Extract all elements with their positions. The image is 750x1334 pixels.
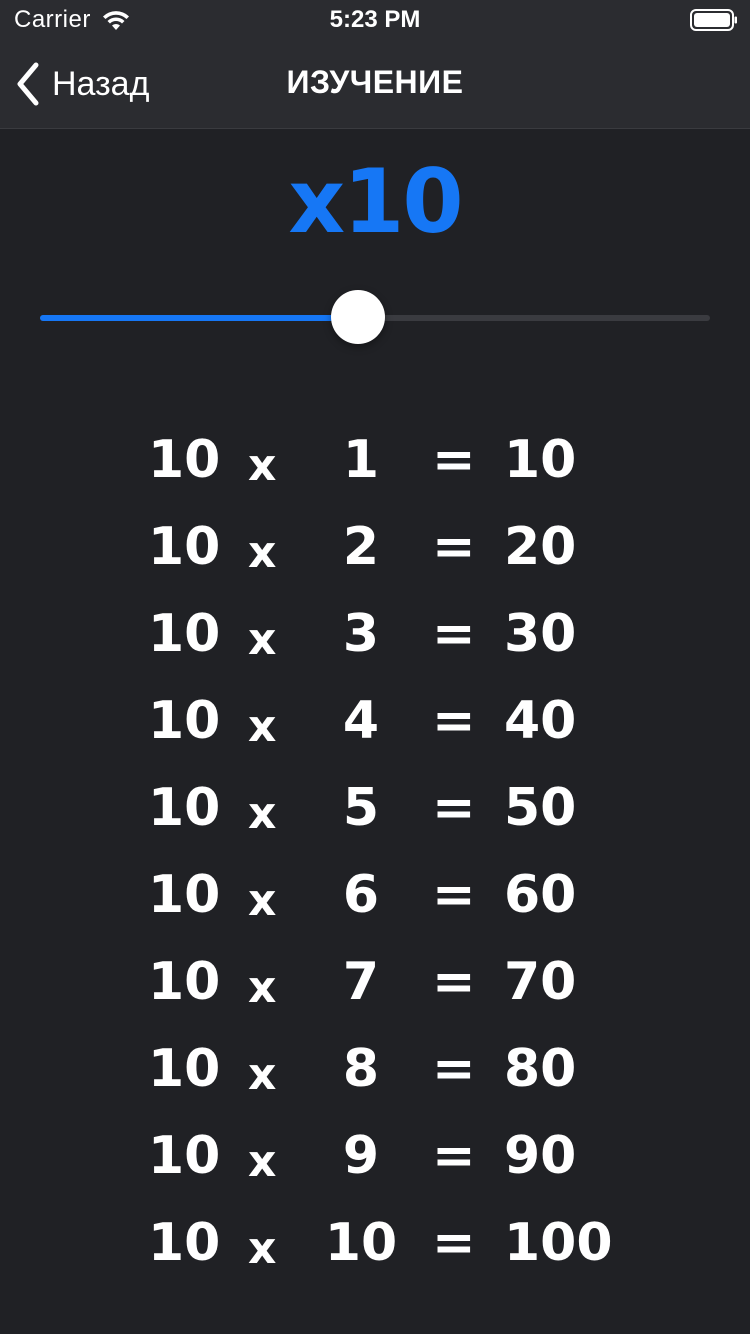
equals-sign: = — [432, 1213, 476, 1273]
screen: Carrier 5:23 PM Назад ИЗУЧЕНИЕ x10 10 x 1 =… — [0, 0, 750, 1334]
table-row: 10 x 1 = 10 — [0, 416, 750, 503]
operand-b: 8 — [342, 1039, 380, 1099]
operand-b: 1 — [342, 430, 380, 490]
operand-a: 10 — [148, 865, 221, 925]
table-row: 10 x 7 = 70 — [0, 938, 750, 1025]
operand-a: 10 — [148, 1213, 221, 1273]
operand-a: 10 — [148, 778, 221, 838]
equals-sign: = — [432, 604, 476, 664]
operand-a: 10 — [148, 952, 221, 1012]
equals-sign: = — [432, 430, 476, 490]
equals-sign: = — [432, 691, 476, 751]
operand-b: 10 — [324, 1213, 398, 1273]
operand-a: 10 — [148, 517, 221, 577]
multiply-sign: x — [248, 701, 277, 752]
multiplier-slider[interactable] — [40, 290, 710, 346]
operand-a: 10 — [148, 430, 221, 490]
table-row: 10 x 6 = 60 — [0, 851, 750, 938]
result-value: 20 — [504, 517, 577, 577]
table-row: 10 x 8 = 80 — [0, 1025, 750, 1112]
operand-b: 9 — [342, 1126, 380, 1186]
status-bar: Carrier 5:23 PM — [0, 0, 750, 40]
operand-b: 4 — [342, 691, 380, 751]
result-value: 30 — [504, 604, 577, 664]
result-value: 60 — [504, 865, 577, 925]
multiply-sign: x — [248, 962, 277, 1013]
result-value: 40 — [504, 691, 577, 751]
operand-b: 7 — [342, 952, 380, 1012]
multiplier-title: x10 — [288, 150, 463, 253]
table-row: 10 x 5 = 50 — [0, 764, 750, 851]
multiply-sign: x — [248, 1136, 277, 1187]
equals-sign: = — [432, 517, 476, 577]
battery-icon — [690, 9, 737, 31]
multiply-sign: x — [248, 1223, 277, 1274]
table-row: 10 x 2 = 20 — [0, 503, 750, 590]
multiply-sign: x — [248, 614, 277, 665]
multiply-sign: x — [248, 527, 277, 578]
result-value: 100 — [504, 1213, 613, 1273]
multiply-sign: x — [248, 1049, 277, 1100]
slider-fill — [40, 315, 359, 321]
table-row: 10 x 4 = 40 — [0, 677, 750, 764]
navigation-bar: Назад ИЗУЧЕНИЕ — [0, 40, 750, 129]
result-value: 80 — [504, 1039, 577, 1099]
operand-a: 10 — [148, 1126, 221, 1186]
status-time: 5:23 PM — [329, 6, 421, 33]
table-row: 10 x 3 = 30 — [0, 590, 750, 677]
operand-b: 5 — [342, 778, 380, 838]
result-value: 90 — [504, 1126, 577, 1186]
table-row: 10 x 9 = 90 — [0, 1112, 750, 1199]
operand-b: 2 — [342, 517, 380, 577]
multiply-sign: x — [248, 788, 277, 839]
multiply-sign: x — [248, 875, 277, 926]
equals-sign: = — [432, 778, 476, 838]
operand-b: 3 — [342, 604, 380, 664]
equals-sign: = — [432, 865, 476, 925]
multiply-sign: x — [248, 440, 277, 491]
slider-thumb[interactable] — [331, 290, 386, 344]
operand-a: 10 — [148, 604, 221, 664]
result-value: 70 — [504, 952, 577, 1012]
operand-a: 10 — [148, 1039, 221, 1099]
result-value: 50 — [504, 778, 577, 838]
result-value: 10 — [504, 430, 577, 490]
equals-sign: = — [432, 1126, 476, 1186]
equals-sign: = — [432, 952, 476, 1012]
operand-b: 6 — [342, 865, 380, 925]
table-row: 10 x 10 = 100 — [0, 1199, 750, 1286]
multiplication-table: 10 x 1 = 10 10 x 2 = 20 10 x 3 = 30 10 x 4 = 40 10 x 5 = 50 10 x 6 =… — [0, 416, 750, 1286]
page-title: ИЗУЧЕНИЕ — [286, 64, 464, 100]
operand-a: 10 — [148, 691, 221, 751]
equals-sign: = — [432, 1039, 476, 1099]
